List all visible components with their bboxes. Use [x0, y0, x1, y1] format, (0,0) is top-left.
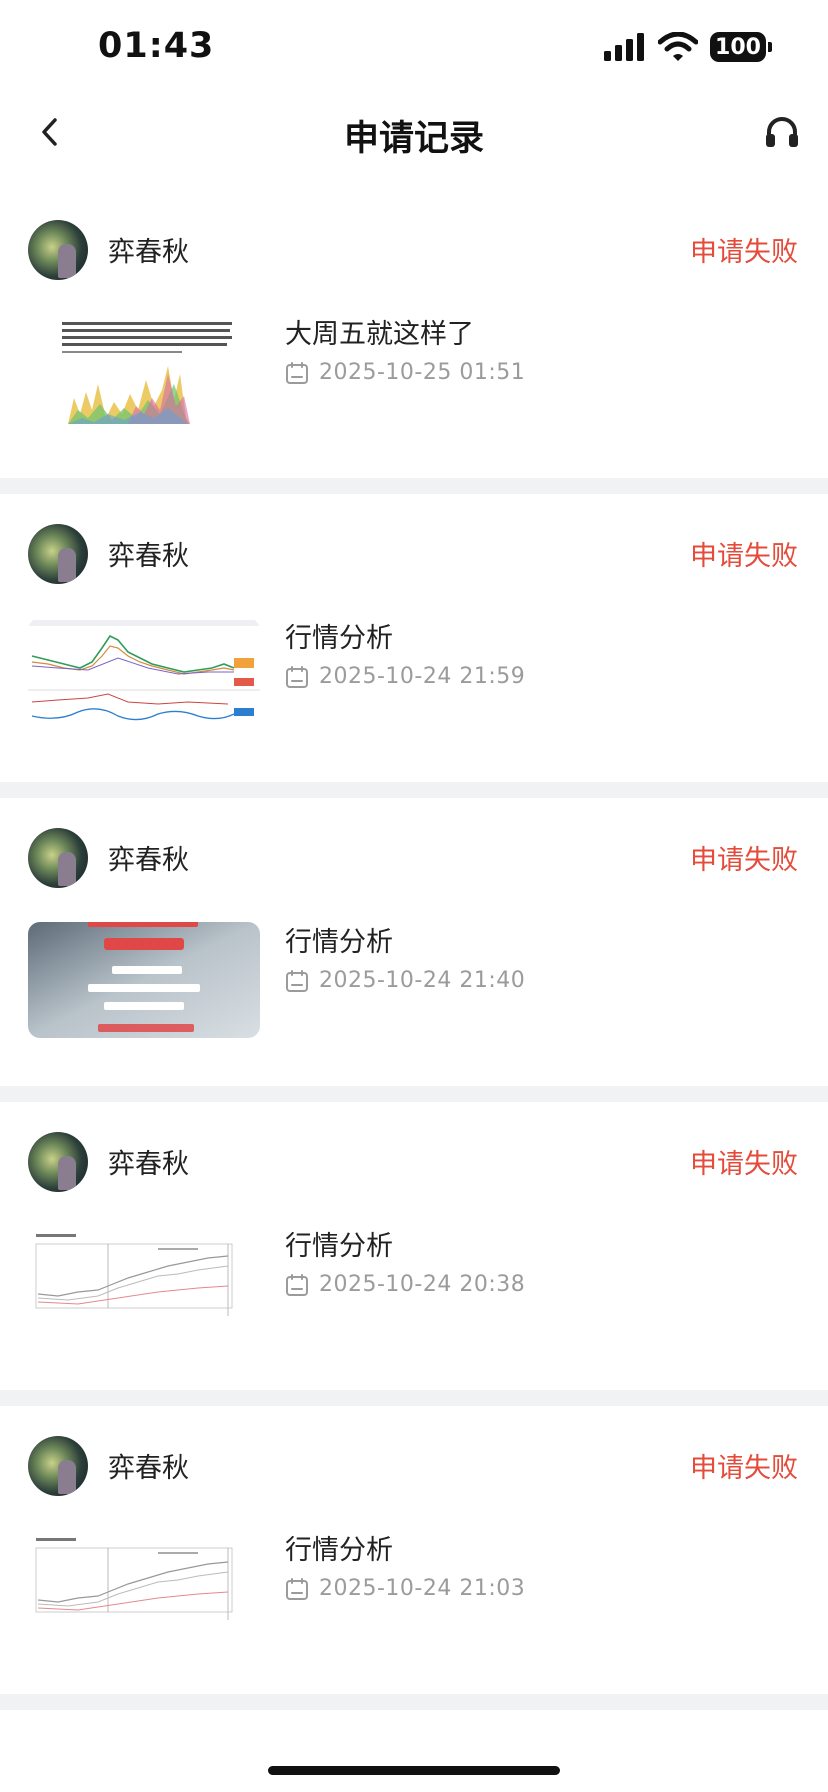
date-row: 2025-10-24 21:03: [285, 1576, 525, 1601]
thumbnail-image: [28, 314, 260, 430]
calendar-icon: [286, 1577, 308, 1600]
record-card[interactable]: 弈春秋 申请失败 大周五就这样了 2025-10-25 01:51: [0, 190, 828, 494]
record-thumbnail[interactable]: [28, 1226, 260, 1342]
page-title: 申请记录: [343, 119, 484, 159]
avatar: [28, 524, 88, 584]
record-title: 行情分析: [285, 927, 393, 958]
status-icons: 100: [604, 30, 772, 64]
record-list: 弈春秋 申请失败 大周五就这样了 2025-10-25 01:51 弈春秋 申请…: [0, 190, 828, 1710]
thumbnail-image: [28, 618, 260, 734]
support-button[interactable]: [760, 110, 804, 154]
status-bar: 01:43 100: [0, 0, 828, 96]
nav-bar: 申请记录: [0, 96, 828, 172]
record-title: 行情分析: [285, 1535, 393, 1566]
record-title: 大周五就这样了: [285, 319, 474, 350]
username: 弈春秋: [108, 541, 189, 572]
headset-icon: [766, 117, 798, 147]
battery-indicator: 100: [710, 32, 772, 62]
username: 弈春秋: [108, 237, 189, 268]
record-card[interactable]: 弈春秋 申请失败 行情分析: [0, 798, 828, 1102]
avatar: [28, 1436, 88, 1496]
thumbnail-image: [28, 922, 260, 1038]
status-badge: 申请失败: [690, 1453, 798, 1484]
record-date: 2025-10-24 21:59: [319, 664, 526, 689]
record-thumbnail[interactable]: [28, 618, 260, 734]
status-badge: 申请失败: [690, 237, 798, 268]
record-card[interactable]: 弈春秋 申请失败 行情分析: [0, 494, 828, 798]
wifi-icon: [658, 32, 698, 61]
calendar-icon: [286, 361, 308, 384]
avatar: [28, 1132, 88, 1192]
record-date: 2025-10-24 21:40: [319, 968, 526, 993]
record-thumbnail[interactable]: [28, 922, 260, 1038]
date-row: 2025-10-24 21:40: [285, 968, 525, 993]
record-thumbnail[interactable]: [28, 314, 260, 430]
record-card[interactable]: 弈春秋 申请失败 行情分析 2025-10-24 2: [0, 1406, 828, 1710]
calendar-icon: [286, 1273, 308, 1296]
status-badge: 申请失败: [690, 541, 798, 572]
record-date: 2025-10-24 20:38: [319, 1272, 526, 1297]
date-row: 2025-10-24 20:38: [285, 1272, 525, 1297]
date-row: 2025-10-24 21:59: [285, 664, 525, 689]
record-thumbnail[interactable]: [28, 1530, 260, 1646]
status-badge: 申请失败: [690, 845, 798, 876]
thumbnail-image: [28, 1226, 260, 1342]
record-date: 2025-10-24 21:03: [319, 1576, 526, 1601]
date-row: 2025-10-25 01:51: [285, 360, 525, 385]
record-date: 2025-10-25 01:51: [319, 360, 526, 385]
avatar: [28, 828, 88, 888]
record-card[interactable]: 弈春秋 申请失败 行情分析 2025-10-24 2: [0, 1102, 828, 1406]
record-title: 行情分析: [285, 623, 393, 654]
status-badge: 申请失败: [690, 1149, 798, 1180]
record-title: 行情分析: [285, 1231, 393, 1262]
status-time: 01:43: [98, 26, 215, 66]
username: 弈春秋: [108, 1149, 189, 1180]
home-indicator[interactable]: [268, 1766, 560, 1775]
calendar-icon: [286, 665, 308, 688]
calendar-icon: [286, 969, 308, 992]
username: 弈春秋: [108, 1453, 189, 1484]
thumbnail-image: [28, 1530, 260, 1646]
signal-icon: [604, 33, 644, 61]
avatar: [28, 220, 88, 280]
username: 弈春秋: [108, 845, 189, 876]
